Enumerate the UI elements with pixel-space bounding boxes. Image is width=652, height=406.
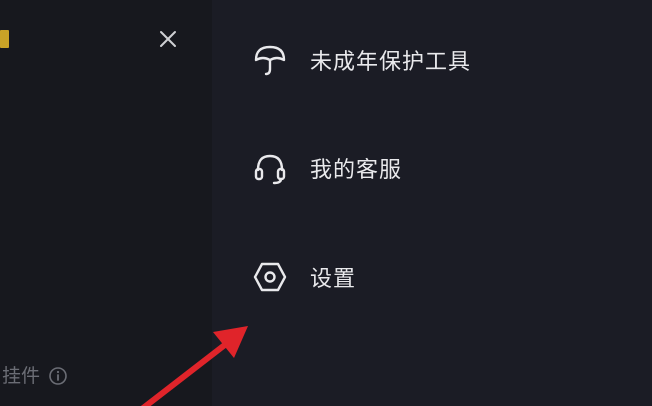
menu-item-minor-protection[interactable]: 未成年保护工具 (252, 40, 471, 80)
close-icon[interactable] (156, 27, 180, 51)
menu-item-label: 未成年保护工具 (310, 50, 472, 75)
widget-label-text: 挂件 (1, 365, 40, 387)
truncated-title-glyph (0, 30, 9, 48)
menu-item-settings[interactable]: 设置 (252, 257, 356, 297)
umbrella-icon (252, 42, 288, 78)
menu-panel: 未成年保护工具 我的客服 设置 (212, 0, 652, 406)
menu-item-label: 我的客服 (310, 158, 403, 183)
headset-icon (252, 150, 288, 186)
settings-hexagon-icon (252, 259, 288, 295)
info-icon[interactable] (48, 366, 68, 386)
menu-item-label: 设置 (310, 267, 357, 292)
annotation-arrow (140, 326, 248, 406)
menu-item-customer-service[interactable]: 我的客服 (252, 148, 402, 188)
widget-label: 挂件 (0, 364, 68, 388)
